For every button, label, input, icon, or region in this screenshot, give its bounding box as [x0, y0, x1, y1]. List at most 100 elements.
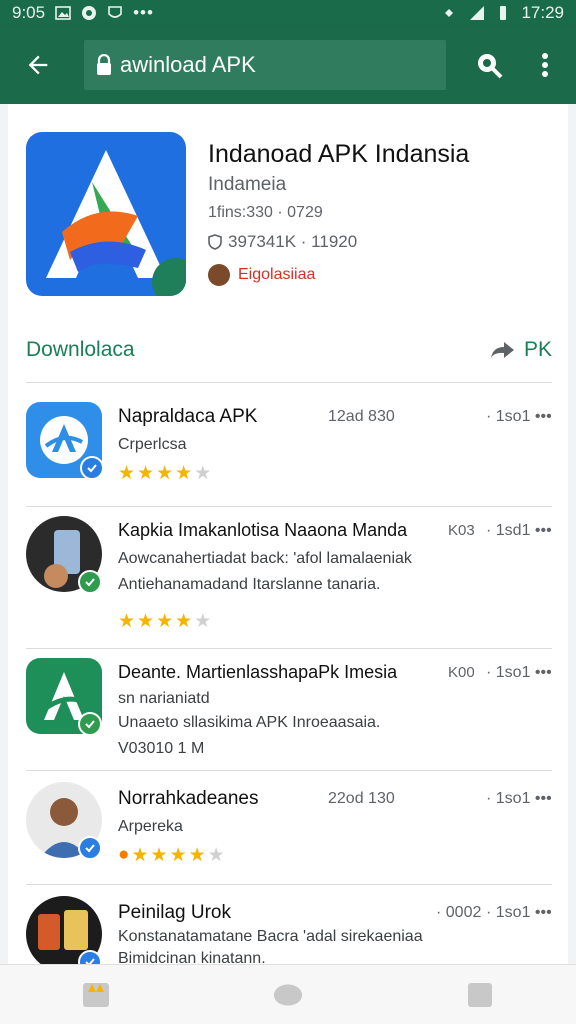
location-pin-icon: ● — [118, 844, 130, 865]
star-icon: ★ — [118, 463, 136, 484]
item-title: Peinilag Urok — [118, 902, 231, 923]
star-icon: ★ — [207, 845, 225, 866]
more-dots-icon: ••• — [534, 904, 552, 921]
search-gear-icon — [478, 54, 503, 79]
item-version: V03010 1 M — [118, 740, 205, 757]
developer-row[interactable]: Eigolasiiaa — [208, 264, 315, 286]
star-icon: ★ — [137, 463, 155, 484]
item-count: · 1so1 ••• — [486, 408, 552, 425]
nav-recents-icon — [468, 982, 492, 1007]
lock-icon — [97, 54, 111, 75]
rating-stars: ★ ★ ★ ★ ★ — [118, 462, 211, 485]
item-date: K03 — [448, 522, 475, 539]
item-title: Kapkia Imakanlotisa Naaona Manda — [118, 520, 408, 540]
divider — [26, 770, 552, 771]
divider — [26, 884, 552, 885]
list-item[interactable]: Norrahkadeanes 22od 130 · 1so1 ••• Arper… — [26, 780, 552, 884]
star-icon: ★ — [194, 611, 212, 632]
share-apk-label: PK — [523, 338, 552, 361]
app-version: 1fins:330 · 0729 — [208, 204, 323, 221]
item-description-line1: Konstanatamatane Bacra 'adal sirekaeniaa — [118, 928, 423, 945]
nav-home-button[interactable] — [273, 980, 303, 1010]
item-title: Napraldaca APK — [118, 406, 258, 427]
content-area: Indanoad APK Indansia Indameia 1fins:330… — [0, 104, 576, 974]
item-description-line1: Aowcanahertiadat back: 'afol lamalaeniak — [118, 550, 412, 567]
divider — [26, 506, 552, 507]
item-count: · 1so1 ••• — [486, 904, 552, 921]
item-category: Crperlcsa — [118, 436, 187, 453]
app-subtitle: Indameia — [208, 174, 287, 195]
more-dots-icon: ••• — [534, 408, 552, 425]
star-icon: ★ — [118, 611, 136, 632]
download-button[interactable]: Downlolaca — [26, 338, 135, 362]
nav-back-button[interactable] — [81, 980, 111, 1010]
app-size-row: 397341K · 11920 — [208, 232, 357, 252]
star-icon: ★ — [169, 845, 187, 866]
star-icon: ★ — [137, 611, 155, 632]
divider — [26, 382, 552, 383]
list-item[interactable]: Deante. MartienlasshapaPk Imesia K00 · 1… — [26, 656, 552, 770]
battery-icon — [500, 6, 507, 20]
item-count: · 1so1 ••• — [486, 664, 552, 681]
verified-badge-icon — [80, 456, 104, 480]
developer-name: Eigolasiiaa — [238, 266, 316, 283]
star-icon: ★ — [156, 611, 174, 632]
star-icon: ★ — [156, 463, 174, 484]
rating-stars: ● ★ ★ ★ ★ ★ — [118, 844, 225, 867]
circle-notification-icon — [82, 6, 97, 20]
item-count: · 1so1 ••• — [486, 790, 552, 807]
item-date: 22od 130 — [328, 790, 395, 807]
more-notifications-icon: ••• — [133, 3, 154, 22]
signal-icon — [445, 9, 454, 17]
item-description-line2: Antiehanamadand Itarslanne tanaria. — [118, 576, 381, 593]
status-time-left: 9:05 — [12, 3, 46, 22]
share-apk-button[interactable]: PK — [490, 338, 552, 362]
item-category: Arpereka — [118, 818, 183, 835]
developer-avatar — [208, 264, 230, 286]
arrow-back-icon — [28, 55, 48, 75]
star-icon: ★ — [175, 463, 193, 484]
back-button[interactable] — [10, 37, 66, 93]
more-dots-icon: ••• — [534, 664, 552, 681]
share-arrow-icon — [490, 342, 514, 358]
star-icon: ★ — [188, 845, 206, 866]
star-icon: ★ — [194, 463, 212, 484]
shield-notification-icon — [108, 6, 122, 18]
app-title: Indanoad APK Indansia — [208, 140, 470, 168]
more-dots-icon: ••• — [534, 522, 552, 539]
app-bar: awinload APK — [0, 26, 576, 104]
app-detail-card: Indanoad APK Indansia Indameia 1fins:330… — [8, 104, 568, 974]
more-vert-icon — [542, 53, 548, 77]
search-settings-button[interactable] — [464, 40, 514, 90]
divider — [26, 648, 552, 649]
rating-stars: ★ ★ ★ ★ ★ — [118, 610, 211, 633]
more-dots-icon: ••• — [534, 790, 552, 807]
app-logo-icon[interactable] — [26, 132, 186, 296]
system-nav-bar — [0, 964, 576, 1024]
verified-badge-icon — [78, 712, 102, 736]
download-row: Downlolaca PK — [26, 330, 552, 370]
item-title: Deante. MartienlasshapaPk Imesia — [118, 662, 398, 682]
verified-badge-icon — [78, 570, 102, 594]
list-item[interactable]: Napraldaca APK 12ad 830 · 1so1 ••• Crper… — [26, 400, 552, 506]
cell-signal-icon — [470, 6, 485, 20]
shield-icon — [208, 234, 222, 250]
list-item[interactable]: Peinilag Urok · 0002 · 1so1 ••• Konstana… — [26, 894, 552, 974]
nav-recents-button[interactable] — [465, 980, 495, 1010]
nav-back-icon — [83, 982, 109, 1007]
item-date: K00 — [448, 664, 475, 681]
item-title: Norrahkadeanes — [118, 788, 259, 809]
url-bar[interactable]: awinload APK — [84, 40, 446, 90]
url-text: awinload APK — [120, 52, 256, 77]
verified-badge-icon — [78, 836, 102, 860]
status-bar: 9:05 ••• 17:29 — [0, 0, 576, 26]
status-time-right: 17:29 — [521, 3, 564, 22]
star-icon: ★ — [131, 845, 149, 866]
item-date: 12ad 830 — [328, 408, 395, 425]
nav-home-icon — [273, 983, 303, 1006]
star-icon: ★ — [175, 611, 193, 632]
item-count: · 1sd1 ••• — [486, 522, 552, 539]
app-size: 397341K · 11920 — [228, 232, 358, 251]
list-item[interactable]: Kapkia Imakanlotisa Naaona Manda K03 · 1… — [26, 514, 552, 648]
overflow-menu-button[interactable] — [520, 40, 570, 90]
